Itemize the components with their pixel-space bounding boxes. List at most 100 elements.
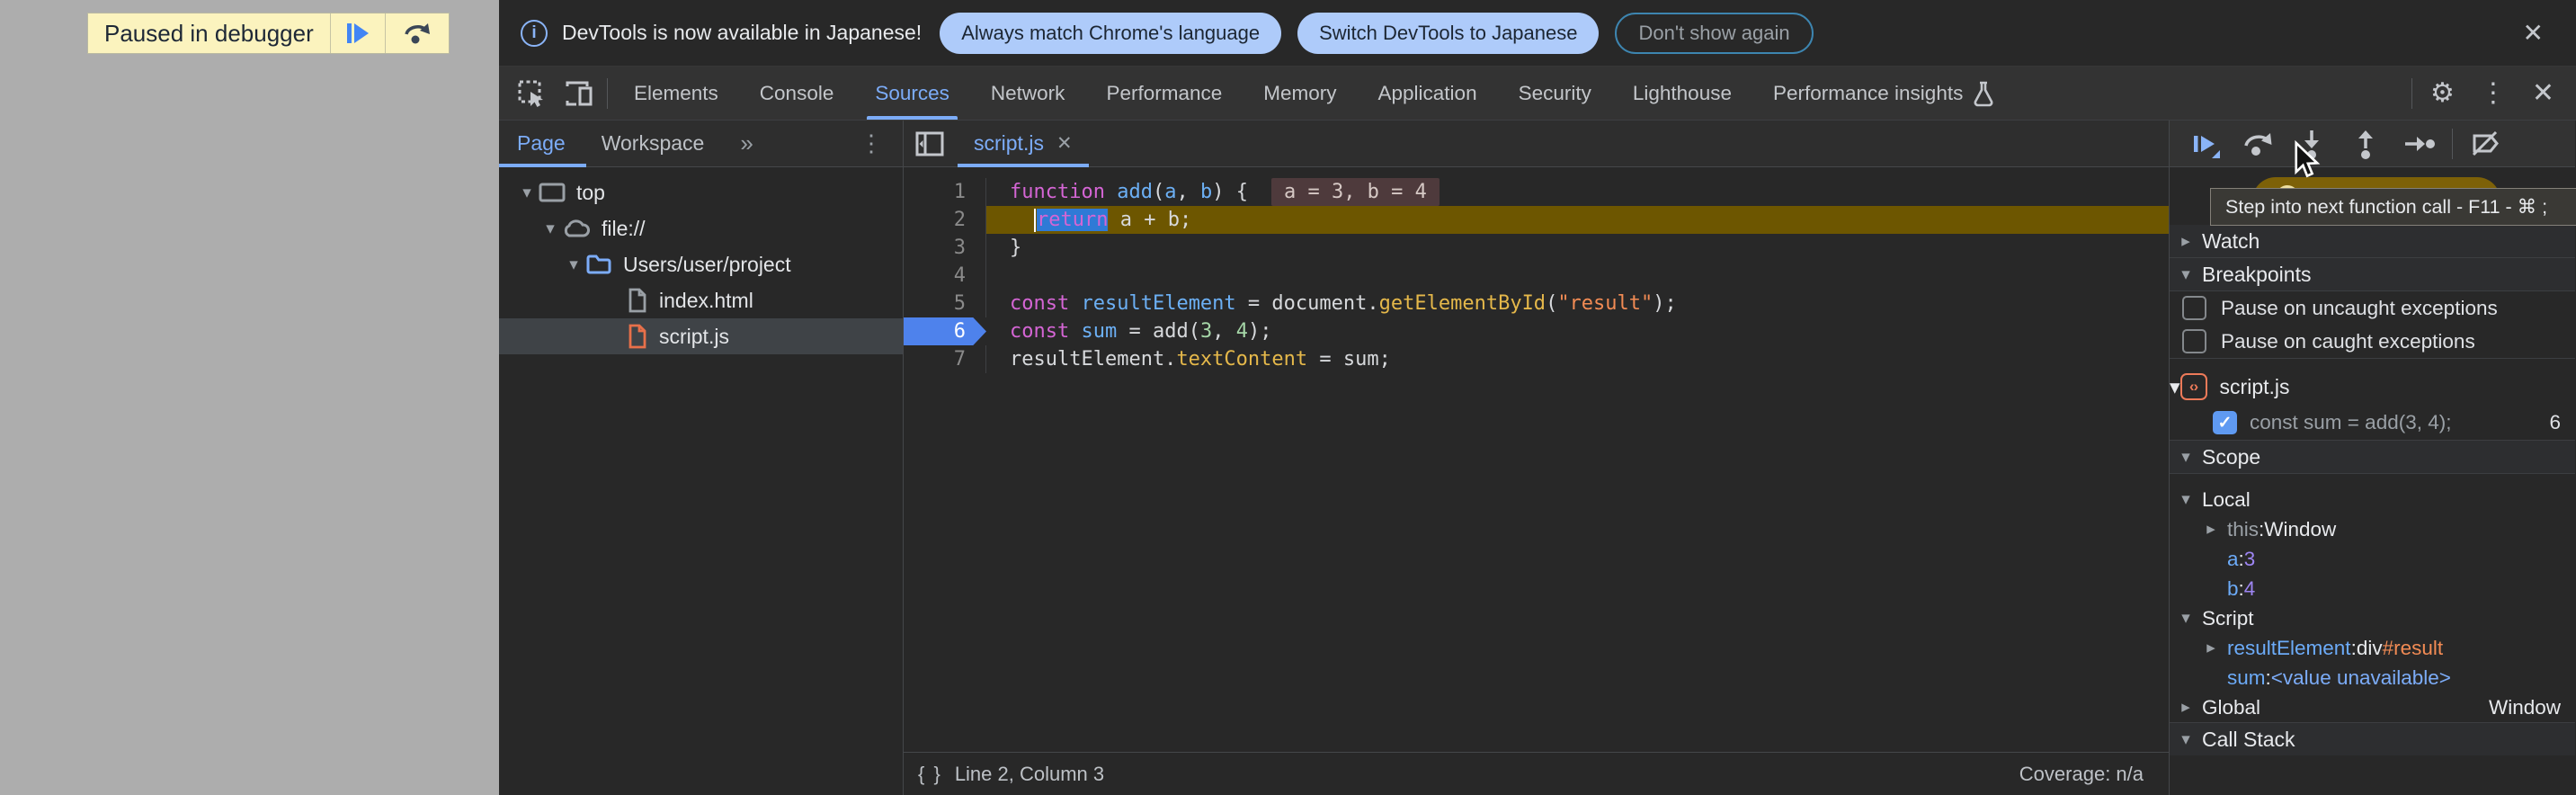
breakpoint-checkbox[interactable]: ✓ — [2213, 411, 2237, 434]
scope-variable-row[interactable]: ▸resultElement: div#result — [2170, 633, 2575, 663]
scope-section-label: Local — [2202, 488, 2251, 512]
tab-security[interactable]: Security — [1498, 67, 1612, 120]
tree-item-index-html[interactable]: index.html — [499, 282, 903, 318]
close-devtools-icon[interactable]: ✕ — [2519, 77, 2567, 109]
code-token: 4 — [1236, 320, 1248, 343]
expand-arrow-icon[interactable]: ▾ — [515, 183, 539, 203]
toggle-navigator-icon[interactable] — [914, 130, 945, 157]
disclosure-arrow-icon[interactable]: ▾ — [2170, 489, 2202, 510]
code-line-5[interactable]: 5const resultElement = document.getEleme… — [904, 290, 2169, 317]
tab-performance-insights[interactable]: Performance insights — [1752, 67, 2016, 120]
scope-variable-row[interactable]: a: 3 — [2170, 544, 2575, 574]
tree-item-top[interactable]: ▾top — [499, 174, 903, 210]
scope-variable-row[interactable]: sum: <value unavailable> — [2170, 663, 2575, 692]
code-editor[interactable]: 1function add(a, b) {a = 3, b = 42 retur… — [904, 167, 2169, 752]
breakpoint-marker[interactable]: 6 — [904, 317, 986, 345]
line-number[interactable]: 3 — [904, 234, 986, 262]
tree-item-file-[interactable]: ▾file:// — [499, 210, 903, 246]
disclosure-arrow-icon[interactable]: ▸ — [2195, 638, 2227, 658]
tab-lighthouse[interactable]: Lighthouse — [1612, 67, 1752, 120]
line-number[interactable]: 5 — [904, 290, 986, 317]
frame-icon — [539, 182, 566, 203]
debugger-toolbar — [2170, 121, 2575, 167]
checkbox[interactable] — [2182, 329, 2206, 353]
banner-step-over-button[interactable] — [385, 13, 449, 53]
code-line-3[interactable]: 3} — [904, 234, 2169, 262]
match-chrome-language-button[interactable]: Always match Chrome's language — [940, 13, 1281, 54]
line-number[interactable]: 2 — [904, 206, 986, 234]
code-line-6[interactable]: 6const sum = add(3, 4); — [904, 317, 2169, 345]
banner-resume-button[interactable] — [330, 13, 385, 53]
scope-section-local[interactable]: ▾Local — [2170, 485, 2575, 514]
scope-token: #result — [2383, 637, 2444, 660]
code-line-4[interactable]: 4 — [904, 262, 2169, 290]
breakpoint-entry[interactable]: ✓const sum = add(3, 4);6 — [2170, 406, 2575, 440]
scope-variable-row[interactable]: b: 4 — [2170, 574, 2575, 603]
tree-item-users-user-project[interactable]: ▾Users/user/project — [499, 246, 903, 282]
device-toolbar-icon[interactable] — [555, 70, 602, 117]
code-token: const — [1010, 320, 1069, 343]
resume-icon — [347, 23, 369, 43]
checkbox[interactable] — [2182, 296, 2206, 320]
breakpoint-file-group[interactable]: ▾‹›script.js — [2170, 368, 2575, 406]
disclosure-arrow-icon[interactable]: ▾ — [2170, 608, 2202, 629]
tab-workspace[interactable]: Workspace — [602, 131, 705, 156]
code-token: = document. — [1236, 292, 1379, 315]
resume-icon[interactable] — [2177, 121, 2231, 167]
code-line-2[interactable]: 2 return a + b; — [904, 206, 2169, 234]
dont-show-again-button[interactable]: Don't show again — [1615, 13, 1813, 54]
section-header-call-stack[interactable]: ▾Call Stack — [2170, 723, 2575, 755]
code-token: = sum; — [1307, 348, 1391, 371]
editor-tab-close-icon[interactable]: ✕ — [1056, 132, 1073, 155]
section-title: Watch — [2202, 229, 2260, 254]
section-header-breakpoints[interactable]: ▾Breakpoints — [2170, 258, 2575, 290]
tab-application[interactable]: Application — [1358, 67, 1498, 120]
scope-token: sum — [2227, 666, 2266, 690]
step-over-icon[interactable] — [2231, 121, 2285, 167]
deactivate-breakpoints-icon[interactable] — [2458, 121, 2512, 167]
disclosure-arrow-icon[interactable]: ▾ — [2170, 447, 2202, 468]
checkbox-row-pause-on-uncaught-exceptions[interactable]: Pause on uncaught exceptions — [2170, 291, 2575, 325]
line-number[interactable]: 7 — [904, 345, 986, 373]
notification-close-icon[interactable]: ✕ — [2512, 18, 2554, 48]
disclosure-arrow-icon[interactable]: ▸ — [2170, 231, 2202, 252]
disclosure-arrow-icon[interactable]: ▸ — [2170, 697, 2202, 718]
line-number[interactable]: 4 — [904, 262, 986, 290]
disclosure-arrow-icon[interactable]: ▾ — [2170, 375, 2180, 399]
disclosure-arrow-icon[interactable]: ▾ — [2170, 264, 2202, 285]
expand-arrow-icon[interactable]: ▾ — [539, 219, 562, 239]
tab-page[interactable]: Page — [517, 131, 566, 156]
section-header-watch[interactable]: ▸Watch — [2170, 225, 2575, 257]
more-tabs-icon[interactable]: » — [740, 130, 753, 157]
disclosure-arrow-icon[interactable]: ▸ — [2195, 519, 2227, 540]
expand-arrow-icon[interactable]: ▾ — [562, 255, 585, 275]
editor-tab-script-js[interactable]: script.js ✕ — [958, 121, 1089, 166]
pretty-print-icon[interactable]: { } — [904, 763, 955, 786]
line-number[interactable]: 1 — [904, 178, 986, 206]
file-tree: ▾top▾file://▾Users/user/projectindex.htm… — [499, 167, 903, 354]
tab-sources[interactable]: Sources — [854, 67, 970, 120]
scope-section-global[interactable]: ▸GlobalWindow — [2170, 692, 2575, 722]
code-token: sum — [1081, 320, 1117, 343]
tab-memory[interactable]: Memory — [1243, 67, 1357, 120]
checkbox-row-pause-on-caught-exceptions[interactable]: Pause on caught exceptions — [2170, 325, 2575, 358]
tab-console[interactable]: Console — [739, 67, 855, 120]
step-icon[interactable] — [2393, 121, 2447, 167]
scope-section-script[interactable]: ▾Script — [2170, 603, 2575, 633]
code-line-1[interactable]: 1function add(a, b) {a = 3, b = 4 — [904, 178, 2169, 206]
scope-variable-row[interactable]: ▸this: Window — [2170, 514, 2575, 544]
tree-item-script-js[interactable]: script.js — [499, 318, 903, 354]
disclosure-arrow-icon[interactable]: ▾ — [2170, 729, 2202, 750]
navigator-menu-icon[interactable]: ⋮ — [860, 130, 883, 157]
inspect-icon[interactable] — [508, 70, 555, 117]
more-options-icon[interactable]: ⋮ — [2467, 77, 2519, 109]
settings-gear-icon[interactable]: ⚙ — [2418, 77, 2467, 109]
tab-network[interactable]: Network — [970, 67, 1086, 120]
code-line-7[interactable]: 7resultElement.textContent = sum; — [904, 345, 2169, 373]
tab-performance[interactable]: Performance — [1085, 67, 1243, 120]
switch-to-japanese-button[interactable]: Switch DevTools to Japanese — [1297, 13, 1599, 54]
step-out-icon[interactable] — [2339, 121, 2393, 167]
tab-elements[interactable]: Elements — [613, 67, 739, 120]
section-header-scope[interactable]: ▾Scope — [2170, 441, 2575, 473]
code-line-content: } — [986, 234, 2169, 262]
